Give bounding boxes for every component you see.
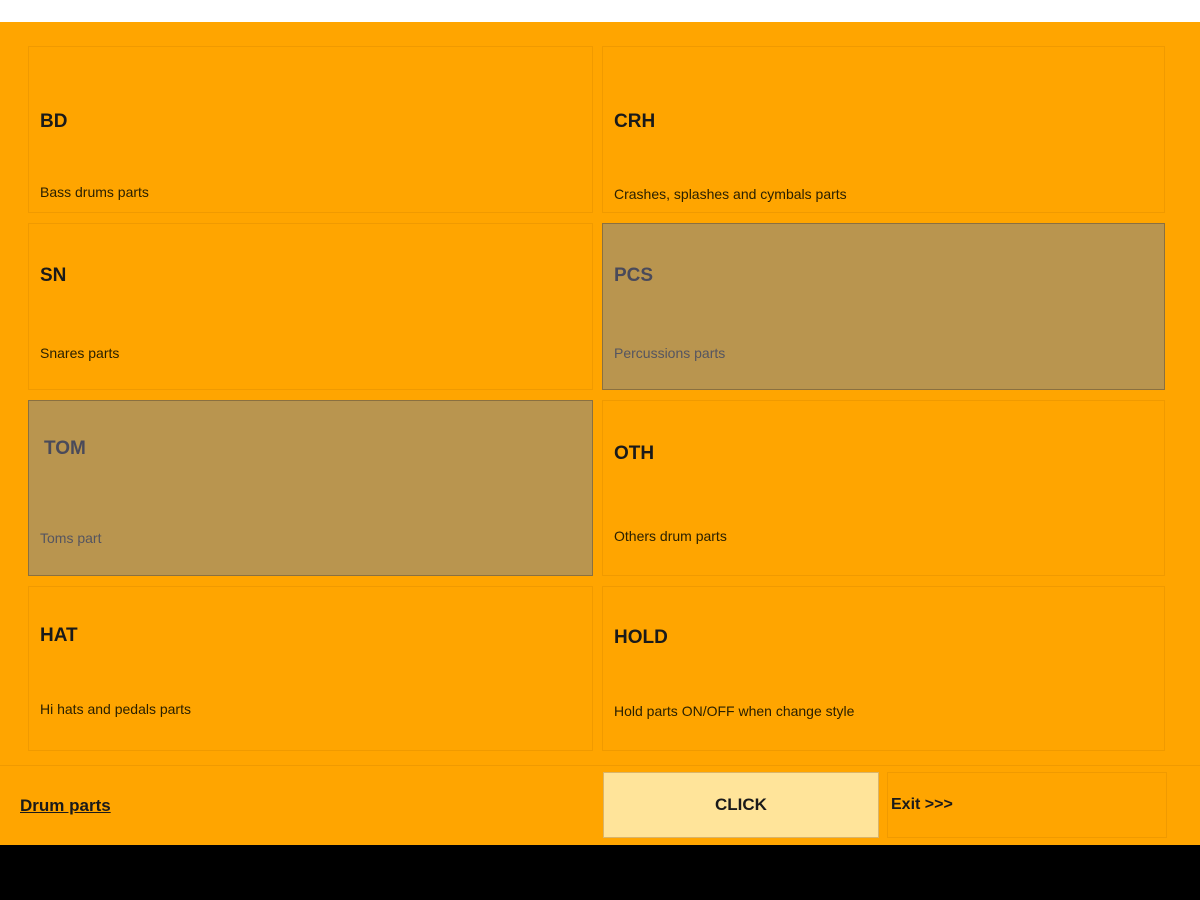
bottom-navigation-bar <box>0 845 1200 900</box>
exit-button[interactable]: Exit >>> <box>887 772 1167 838</box>
tile-code: SN <box>40 265 67 286</box>
tile-code: TOM <box>44 438 86 459</box>
tile-pcs[interactable]: PCS Percussions parts <box>602 223 1165 390</box>
tile-description: Percussions parts <box>614 345 726 361</box>
tile-bd[interactable]: BD Bass drums parts <box>28 46 593 213</box>
tile-oth[interactable]: OTH Others drum parts <box>602 400 1165 576</box>
tile-tom[interactable]: TOM Toms part <box>28 400 593 576</box>
tile-description: Snares parts <box>40 345 120 361</box>
tile-code: BD <box>40 111 68 132</box>
tile-crh[interactable]: CRH Crashes, splashes and cymbals parts <box>602 46 1165 213</box>
tile-description: Bass drums parts <box>40 184 149 200</box>
tile-description: Crashes, splashes and cymbals parts <box>614 186 847 202</box>
tile-description: Others drum parts <box>614 528 727 544</box>
tile-hold[interactable]: HOLD Hold parts ON/OFF when change style <box>602 586 1165 751</box>
top-status-bar <box>0 0 1200 22</box>
tile-code: HOLD <box>614 627 668 648</box>
drum-parts-link[interactable]: Drum parts <box>20 796 111 816</box>
tile-code: CRH <box>614 111 656 132</box>
footer-divider <box>0 765 1200 766</box>
click-button[interactable]: CLICK <box>603 772 879 838</box>
tile-code: PCS <box>614 265 654 286</box>
tile-code: OTH <box>614 443 655 464</box>
tile-code: HAT <box>40 625 78 646</box>
tile-hat[interactable]: HAT Hi hats and pedals parts <box>28 586 593 751</box>
drum-parts-panel: BD Bass drums parts CRH Crashes, splashe… <box>0 22 1200 845</box>
tile-description: Toms part <box>40 530 102 546</box>
tile-description: Hi hats and pedals parts <box>40 701 191 717</box>
tile-description: Hold parts ON/OFF when change style <box>614 703 855 719</box>
tile-sn[interactable]: SN Snares parts <box>28 223 593 390</box>
